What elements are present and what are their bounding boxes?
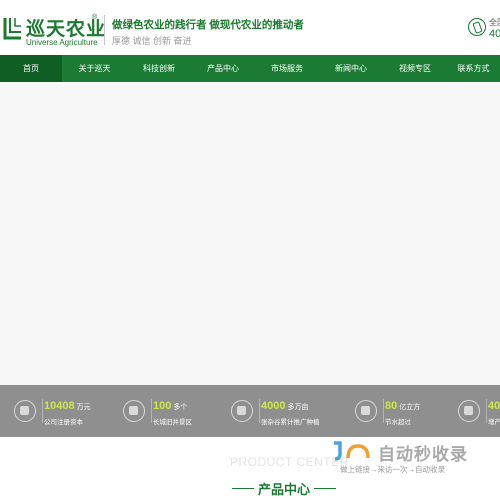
stat-label: 节水超过 bbox=[385, 419, 411, 426]
hotline-label: 全国 bbox=[489, 18, 500, 27]
logo-text-en: Universe Agriculture bbox=[26, 38, 98, 47]
stat-divider bbox=[42, 399, 43, 423]
stat-number: 100 多个 bbox=[153, 400, 188, 412]
stat-number: 10408 万元 bbox=[44, 400, 91, 412]
wheat-icon bbox=[458, 400, 480, 422]
site-logo[interactable]: 巡天农业 ® Universe Agriculture bbox=[2, 14, 105, 50]
nav-item-products[interactable]: 产品中心 bbox=[191, 55, 255, 82]
stats-bar: 10408 万元 公司注册资本 100 多个 长城旧井景区 4000 多万亩 张杂谷累… bbox=[0, 385, 500, 437]
slogan-sub: 厚德 诚信 创新 奋进 bbox=[112, 36, 192, 46]
hotline-number: 40 bbox=[489, 28, 500, 40]
stat-label: 张杂谷累计推广种植 bbox=[261, 419, 320, 426]
nav-item-news[interactable]: 新闻中心 bbox=[319, 55, 383, 82]
title-line-right bbox=[314, 488, 336, 489]
nav-item-about[interactable]: 关于巡天 bbox=[62, 55, 127, 82]
nav-item-market-service[interactable]: 市场服务 bbox=[255, 55, 319, 82]
stat-number: 4000 多万亩 bbox=[261, 400, 309, 412]
phone-icon bbox=[468, 18, 486, 36]
stat-label: 增产 bbox=[488, 419, 500, 426]
logo-mark-icon bbox=[3, 18, 21, 40]
stat-divider bbox=[383, 399, 384, 423]
main-nav: 首页 关于巡天 科技创新 产品中心 市场服务 新闻中心 视频专区 联系方式 bbox=[0, 55, 500, 82]
stat-number: 80 亿立方 bbox=[385, 400, 421, 412]
site-header: 巡天农业 ® Universe Agriculture 做绿色农业的践行者 做现… bbox=[0, 0, 500, 55]
water-drop-icon bbox=[355, 400, 377, 422]
nav-item-contact[interactable]: 联系方式 bbox=[447, 55, 500, 82]
stat-divider bbox=[259, 399, 260, 423]
stat-number: 40 bbox=[488, 400, 500, 412]
slogan-main: 做绿色农业的践行者 做现代农业的推动者 bbox=[112, 19, 304, 31]
nav-item-home[interactable]: 首页 bbox=[0, 55, 62, 82]
nav-item-video[interactable]: 视频专区 bbox=[383, 55, 447, 82]
watermark[interactable]: 自动秒收录 做上链接→来访一次→自动收录 bbox=[330, 438, 490, 478]
stat-divider bbox=[151, 399, 152, 423]
stat-label: 公司注册资本 bbox=[44, 419, 83, 426]
stat-label: 长城旧井景区 bbox=[153, 419, 192, 426]
watermark-subtext: 做上链接→来访一次→自动收录 bbox=[340, 465, 445, 474]
landmark-icon bbox=[123, 400, 145, 422]
building-icon bbox=[14, 400, 36, 422]
tractor-icon bbox=[231, 400, 253, 422]
stat-divider bbox=[486, 399, 487, 423]
registered-mark: ® bbox=[92, 14, 98, 21]
hero-banner bbox=[0, 82, 500, 385]
watermark-text: 自动秒收录 bbox=[378, 445, 468, 464]
header-divider bbox=[104, 15, 105, 45]
watermark-logo-icon bbox=[334, 441, 370, 461]
nav-item-technology[interactable]: 科技创新 bbox=[127, 55, 191, 82]
